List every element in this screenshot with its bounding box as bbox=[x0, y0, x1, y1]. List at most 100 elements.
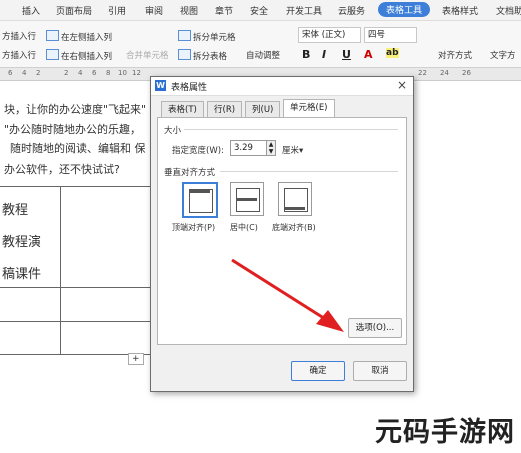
insert-row-below-label: 方插入行 bbox=[2, 51, 37, 61]
ribbon-toolbar: 方插入行 在左侧插入列 方插入行 在右侧插入列 合并单元格 拆分单元格 拆分表格… bbox=[0, 21, 521, 68]
align-bar bbox=[285, 207, 305, 210]
highlight-button[interactable]: ab bbox=[386, 48, 399, 58]
width-label: 指定宽度(W): bbox=[172, 146, 224, 156]
align-bar bbox=[190, 190, 210, 193]
tab-row[interactable]: 行(R) bbox=[207, 101, 243, 118]
split-cells-label: 拆分单元格 bbox=[193, 33, 236, 43]
align-bottom-label: 底端对齐(B) bbox=[272, 223, 316, 232]
ruler-number: 2 bbox=[36, 69, 41, 77]
insert-row-above-button[interactable]: 方插入行 bbox=[2, 30, 36, 42]
auto-fit-button[interactable]: 自动调整 bbox=[246, 49, 280, 61]
table-cell: 教程演 bbox=[2, 235, 42, 250]
ruler-number: 10 bbox=[118, 69, 127, 77]
ruler-number: 4 bbox=[78, 69, 83, 77]
menu-dev-tools[interactable]: 开发工具 bbox=[286, 4, 322, 17]
font-size-select[interactable]: 四号 bbox=[364, 27, 417, 43]
size-group-label: 大小 bbox=[164, 126, 182, 136]
dropdown-arrow-icon: ▾ bbox=[299, 146, 304, 156]
insert-col-left-label: 在左侧插入列 bbox=[61, 33, 113, 43]
align-center-label: 居中(C) bbox=[230, 223, 258, 232]
add-row-button[interactable]: + bbox=[128, 353, 144, 365]
table-border bbox=[0, 321, 150, 322]
font-name-select[interactable]: 宋体 (正文) bbox=[298, 27, 361, 43]
menu-view[interactable]: 视图 bbox=[180, 4, 198, 17]
tab-column[interactable]: 列(U) bbox=[245, 101, 281, 118]
arrow-head bbox=[316, 310, 344, 332]
menu-cloud[interactable]: 云服务 bbox=[338, 4, 365, 17]
menu-security[interactable]: 安全 bbox=[250, 4, 268, 17]
split-cells-button[interactable]: 拆分单元格 bbox=[178, 30, 236, 43]
menu-bar: 插入 页面布局 引用 审阅 视图 章节 安全 开发工具 云服务 表格工具 表格样… bbox=[0, 0, 521, 21]
table-cell: 教程 bbox=[2, 203, 29, 218]
align-button[interactable]: 对齐方式 bbox=[438, 49, 472, 61]
arrow-shaft bbox=[231, 258, 331, 324]
tab-table[interactable]: 表格(T) bbox=[161, 101, 204, 118]
menu-doc-helper[interactable]: 文档助 bbox=[496, 4, 521, 17]
align-center-option[interactable] bbox=[230, 182, 264, 216]
split-table-button[interactable]: 拆分表格 bbox=[178, 49, 227, 62]
menu-page-layout[interactable]: 页面布局 bbox=[56, 4, 92, 17]
ruler-number: 6 bbox=[92, 69, 97, 77]
auto-fit-label: 自动调整 bbox=[246, 51, 281, 61]
italic-button[interactable]: I bbox=[322, 48, 326, 61]
unit-label: 厘米 bbox=[282, 146, 300, 156]
underline-button[interactable]: U bbox=[342, 48, 351, 61]
ruler-number: 26 bbox=[462, 69, 471, 77]
menu-insert[interactable]: 插入 bbox=[22, 4, 40, 17]
split-table-icon bbox=[178, 49, 191, 60]
table-border bbox=[60, 186, 61, 354]
ruler-number: 4 bbox=[22, 69, 27, 77]
insert-row-below-button[interactable]: 方插入行 bbox=[2, 49, 36, 61]
tab-cell[interactable]: 单元格(E) bbox=[283, 99, 335, 118]
ruler-number: 24 bbox=[440, 69, 449, 77]
doc-text-line: 随时随地的阅读、编辑和 保 bbox=[10, 142, 146, 155]
watermark-text: 元码手游网 bbox=[375, 417, 515, 448]
menu-table-style[interactable]: 表格样式 bbox=[442, 4, 478, 17]
merge-cells-label: 合并单元格 bbox=[126, 51, 169, 61]
insert-col-left-button[interactable]: 在左侧插入列 bbox=[46, 30, 112, 43]
ruler-number: 8 bbox=[106, 69, 111, 77]
insert-col-right-label: 在右侧插入列 bbox=[61, 52, 113, 62]
merge-cells-button[interactable]: 合并单元格 bbox=[126, 49, 169, 61]
doc-text-line: 块，让你的办公速度"飞起来" bbox=[4, 103, 147, 116]
table-properties-dialog: W 表格属性 × 表格(T) 行(R) 列(U) 单元格(E) 大小 指定宽度(… bbox=[150, 76, 414, 392]
text-direction-button[interactable]: 文字方 bbox=[490, 49, 516, 61]
dialog-title: 表格属性 bbox=[171, 83, 208, 93]
insert-col-icon bbox=[46, 49, 59, 60]
doc-text-line: 办公软件，还不快试试? bbox=[4, 163, 120, 176]
menu-table-tools[interactable]: 表格工具 bbox=[378, 2, 431, 17]
unit-select[interactable]: 厘米▾ bbox=[282, 144, 303, 156]
table-border bbox=[0, 287, 150, 288]
ruler-number: 2 bbox=[64, 69, 69, 77]
split-cells-icon bbox=[178, 30, 191, 41]
table-cell: 稿课件 bbox=[2, 267, 42, 282]
align-bottom-option[interactable] bbox=[278, 182, 312, 216]
insert-col-right-button[interactable]: 在右侧插入列 bbox=[46, 49, 112, 62]
width-spinner[interactable]: ▲ ▼ bbox=[266, 140, 276, 156]
align-top-label: 顶端对齐(P) bbox=[172, 223, 216, 232]
menu-section[interactable]: 章节 bbox=[215, 4, 233, 17]
wps-logo-icon: W bbox=[155, 80, 166, 91]
font-color-button[interactable]: A bbox=[364, 48, 373, 61]
group-divider bbox=[220, 171, 398, 172]
menu-review[interactable]: 审阅 bbox=[145, 4, 163, 17]
valign-group-label: 垂直对齐方式 bbox=[164, 168, 216, 178]
close-icon[interactable]: × bbox=[397, 78, 407, 92]
align-bar bbox=[237, 198, 257, 201]
cancel-button[interactable]: 取消 bbox=[353, 361, 407, 381]
menu-references[interactable]: 引用 bbox=[108, 4, 126, 17]
width-input[interactable]: 3.29 bbox=[230, 140, 271, 156]
align-label: 对齐方式 bbox=[438, 51, 473, 61]
table-border bbox=[0, 186, 150, 187]
ruler-number: 12 bbox=[132, 69, 141, 77]
options-button[interactable]: 选项(O)... bbox=[348, 318, 402, 338]
annotation-arrow-icon bbox=[231, 258, 344, 332]
doc-text-line: "办公随时随地办公的乐趣， bbox=[4, 123, 142, 136]
bold-button[interactable]: B bbox=[302, 48, 310, 61]
ok-button[interactable]: 确定 bbox=[291, 361, 345, 381]
group-divider bbox=[184, 129, 398, 130]
ruler-number: 22 bbox=[418, 69, 427, 77]
text-direction-label: 文字方 bbox=[490, 51, 516, 61]
dialog-titlebar[interactable]: W 表格属性 × bbox=[151, 77, 413, 96]
align-top-option[interactable] bbox=[182, 182, 218, 218]
